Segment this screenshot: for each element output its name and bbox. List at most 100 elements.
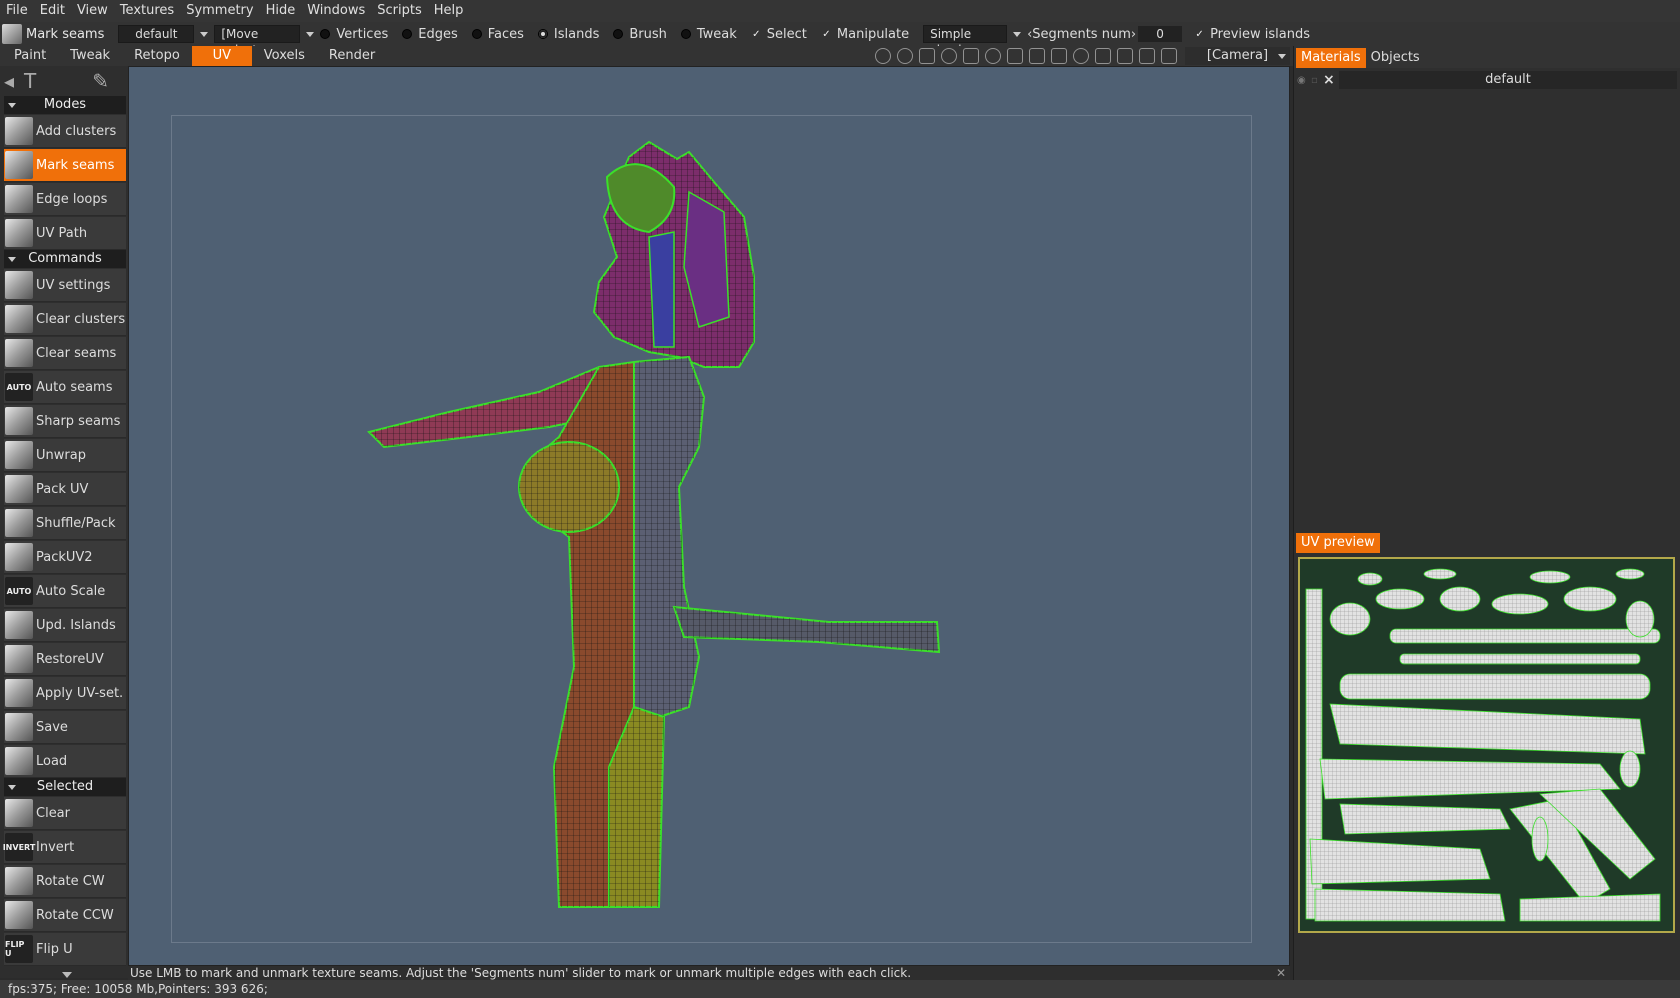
chevron-down-icon[interactable] xyxy=(306,31,315,37)
menu-help[interactable]: Help xyxy=(428,0,470,22)
pan-view-icon[interactable] xyxy=(963,48,979,64)
tool-sharp-seams[interactable]: Sharp seams xyxy=(4,405,126,438)
close-hint-icon[interactable]: ✕ xyxy=(1276,966,1286,980)
brush-icon[interactable]: ✎ xyxy=(92,69,109,93)
no-entry-icon[interactable] xyxy=(1073,48,1089,64)
checkmark-icon: ✓ xyxy=(822,28,831,40)
room-tab-paint[interactable]: Paint xyxy=(2,46,58,66)
uv-preview-canvas[interactable] xyxy=(1298,557,1675,933)
tool-clear-seams[interactable]: Clear seams xyxy=(4,337,126,370)
pack-icon xyxy=(5,475,33,503)
tool-restoreuv[interactable]: RestoreUV xyxy=(4,643,126,676)
play-icon[interactable] xyxy=(1007,48,1023,64)
checkmark-icon: ✓ xyxy=(1195,28,1204,40)
frame-all-icon[interactable] xyxy=(1029,48,1045,64)
camera-dropdown[interactable]: [Camera] xyxy=(1185,47,1290,65)
tool-label: Edge loops xyxy=(36,191,108,207)
segments-num-slider[interactable]: 0 xyxy=(1138,26,1183,42)
text-tool-icon[interactable]: T xyxy=(24,69,36,93)
auto-icon: AUTO xyxy=(5,577,33,605)
radio-tweak[interactable]: Tweak xyxy=(680,27,737,42)
menu-symmetry[interactable]: Symmetry xyxy=(180,0,259,22)
section-commands[interactable]: Commands xyxy=(4,250,126,268)
character-mesh[interactable] xyxy=(129,67,1290,966)
fit-view-icon[interactable] xyxy=(1161,48,1177,64)
axis-icon[interactable] xyxy=(1139,48,1155,64)
tool-shuffle-pack[interactable]: Shuffle/Pack xyxy=(4,507,126,540)
tool-clear-clusters[interactable]: Clear clusters xyxy=(4,303,126,336)
menu-view[interactable]: View xyxy=(71,0,114,22)
tool-mark-seams[interactable]: Mark seams xyxy=(4,149,126,182)
tool-invert[interactable]: INVERT Invert xyxy=(3,831,126,864)
frame-selected-icon[interactable] xyxy=(1051,48,1067,64)
section-selected[interactable]: Selected xyxy=(4,778,126,796)
radio-islands[interactable]: Islands xyxy=(537,27,599,42)
chevron-down-icon[interactable] xyxy=(200,31,209,37)
grid-icon[interactable] xyxy=(1117,48,1133,64)
tool-edge-loops[interactable]: Edge loops xyxy=(4,183,126,216)
preview-islands-checkbox[interactable]: ✓ Preview islands xyxy=(1194,27,1310,42)
scroll-down-icon[interactable] xyxy=(62,972,72,978)
tool-clear[interactable]: Clear xyxy=(4,797,126,830)
eye-icon[interactable]: ◉ xyxy=(1297,75,1311,86)
snap-icon[interactable] xyxy=(919,48,935,64)
menu-scripts[interactable]: Scripts xyxy=(371,0,427,22)
material-name[interactable]: default xyxy=(1339,71,1677,89)
section-modes[interactable]: Modes xyxy=(4,96,126,114)
tool-flip-u[interactable]: FLIP U Flip U xyxy=(4,933,126,966)
tool-packuv2[interactable]: PackUV2 xyxy=(4,541,126,574)
tool-rotate-ccw[interactable]: Rotate CCW xyxy=(4,899,126,932)
tool-load[interactable]: Load xyxy=(4,745,126,778)
rotate-view-icon[interactable] xyxy=(941,48,957,64)
room-tab-retopo[interactable]: Retopo xyxy=(122,46,192,66)
menu-edit[interactable]: Edit xyxy=(34,0,71,22)
move-select-dropdown[interactable]: [Move select xyxy=(214,25,301,57)
radio-vertices[interactable]: Vertices xyxy=(320,27,388,42)
checkbox-select[interactable]: ✓ Select xyxy=(751,27,807,42)
radio-edges[interactable]: Edges xyxy=(402,27,458,42)
tool-rotate-cw[interactable]: Rotate CW xyxy=(4,865,126,898)
tab-materials[interactable]: Materials xyxy=(1296,48,1366,68)
collapse-arrow-icon[interactable]: ◂ xyxy=(4,69,14,93)
tool-label: Mark seams xyxy=(36,157,115,173)
tool-upd-islands[interactable]: Upd. Islands xyxy=(4,609,126,642)
bulb-icon[interactable] xyxy=(897,48,913,64)
tool-pack-uv[interactable]: Pack UV xyxy=(4,473,126,506)
checkbox-manipulate[interactable]: ✓ Manipulate xyxy=(821,27,909,42)
tool-save[interactable]: Save xyxy=(4,711,126,744)
room-tab-uv[interactable]: UV xyxy=(191,46,252,66)
tool-apply-uv-set[interactable]: Apply UV-set. xyxy=(4,677,126,710)
menu-hide[interactable]: Hide xyxy=(260,0,302,22)
radio-brush[interactable]: Brush xyxy=(613,27,667,42)
light-icon[interactable] xyxy=(875,48,891,64)
lock-icon[interactable]: ▫ xyxy=(1311,75,1323,86)
simple-check-dropdown[interactable]: Simple check xyxy=(923,25,1008,57)
close-icon[interactable]: × xyxy=(1323,72,1339,88)
room-tab-tweak[interactable]: Tweak xyxy=(58,46,122,66)
room-tab-voxels[interactable]: Voxels xyxy=(252,46,317,66)
cube-view-icon[interactable] xyxy=(1095,48,1111,64)
tab-uv-preview[interactable]: UV preview xyxy=(1296,533,1380,553)
modes-list: Add clusters Mark seams Edge loops UV Path xyxy=(0,115,128,250)
chevron-down-icon[interactable] xyxy=(1013,31,1022,37)
tool-uv-settings[interactable]: UV settings xyxy=(4,269,126,302)
tool-add-clusters[interactable]: Add clusters xyxy=(4,115,126,148)
tab-objects[interactable]: Objects xyxy=(1366,48,1425,68)
left-toolbar-header: ◂ T ✎ xyxy=(0,66,128,96)
tool-label: PackUV2 xyxy=(36,549,93,565)
tool-auto-seams[interactable]: AUTO Auto seams xyxy=(4,371,126,404)
menu-windows[interactable]: Windows xyxy=(301,0,371,22)
tool-unwrap[interactable]: Unwrap xyxy=(4,439,126,472)
zoom-view-icon[interactable] xyxy=(985,48,1001,64)
chevron-down-icon[interactable] xyxy=(1278,54,1286,59)
tool-uv-path[interactable]: UV Path xyxy=(4,217,126,250)
menu-textures[interactable]: Textures xyxy=(114,0,180,22)
material-row[interactable]: ◉ ▫ × default xyxy=(1297,71,1677,89)
3d-viewport[interactable] xyxy=(128,66,1290,966)
menu-file[interactable]: File xyxy=(0,0,34,22)
radio-faces[interactable]: Faces xyxy=(471,27,524,42)
radio-dot-icon xyxy=(402,29,413,39)
tool-auto-scale[interactable]: AUTO Auto Scale xyxy=(4,575,126,608)
preset-dropdown[interactable]: default xyxy=(118,25,195,43)
room-tab-render[interactable]: Render xyxy=(317,46,387,66)
